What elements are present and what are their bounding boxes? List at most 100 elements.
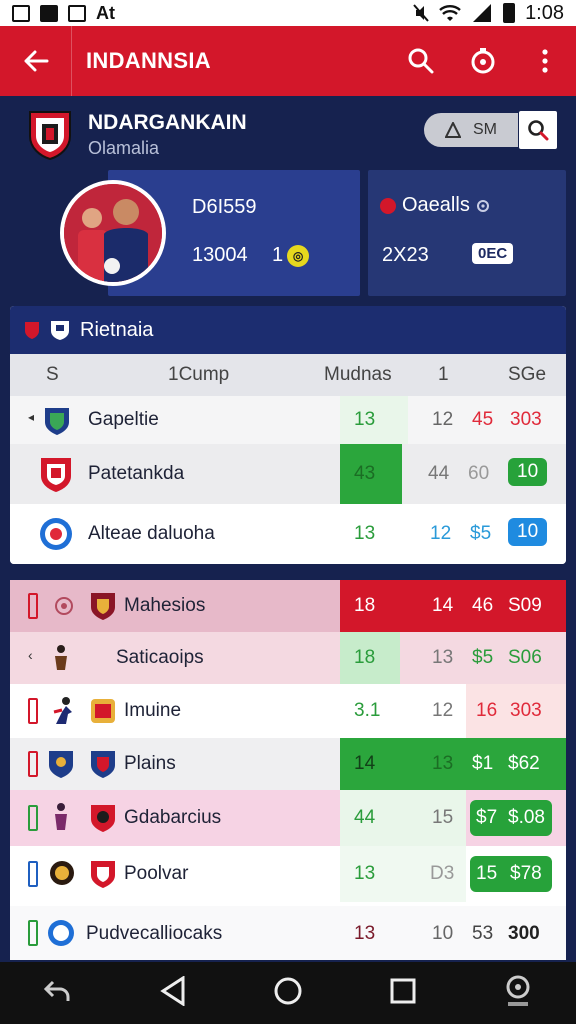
gear-icon: [476, 199, 489, 212]
club-name: Saticaoips: [116, 647, 204, 668]
arrow-left-icon: [24, 50, 48, 72]
table-row[interactable]: Poolvar 13 D3 15 $78: [10, 846, 566, 902]
club-crest-icon: [91, 805, 115, 832]
club-stat-2: D3: [430, 863, 455, 884]
club-stat-2: 12: [432, 409, 454, 430]
club-stat-2: 10: [432, 923, 454, 944]
match-card-title-row: Oaealls: [380, 194, 490, 217]
coin-icon: ◎: [287, 244, 310, 267]
club-crest-icon: [91, 699, 115, 723]
club-points: 13: [354, 923, 376, 944]
system-nav-bar: [0, 962, 576, 1024]
triangle-icon: [445, 122, 461, 138]
club-stat-4: 10: [508, 458, 548, 486]
app-notification-icon: [40, 4, 58, 22]
match-card-tag: 0EC: [472, 243, 514, 264]
club-name: Pudvecalliocaks: [86, 923, 223, 944]
col-header-1: 1: [438, 364, 449, 385]
team-subtitle: Olamalia: [88, 138, 160, 158]
match-card-title: Oaealls: [402, 194, 470, 216]
player-avatar[interactable]: [60, 180, 166, 286]
nav-back-button[interactable]: [43, 976, 73, 1011]
table-row[interactable]: ‹ Saticaoips 18 13 $5 S06: [10, 632, 566, 684]
app-title: INDANNSIA: [86, 48, 211, 73]
filter-pill[interactable]: SM: [424, 113, 518, 147]
club-stat-3: 15: [476, 863, 498, 884]
battery-icon: [503, 3, 516, 23]
rank-marker-icon: [28, 593, 38, 619]
more-button[interactable]: [514, 26, 576, 96]
nav-home-button[interactable]: [273, 976, 303, 1011]
club-name: Plains: [124, 753, 176, 774]
team-name: NDARGANKAIN: [88, 111, 247, 134]
player-photo-icon: [64, 184, 162, 282]
club-stat-3: 46: [472, 595, 494, 616]
nav-recents-button[interactable]: [390, 978, 416, 1009]
club-stat-4: S06: [508, 647, 542, 668]
table-row[interactable]: Alteae daluoha 13 12 $5 10: [10, 504, 566, 564]
player-stat-3-value: 1: [272, 244, 284, 266]
caret-left-icon: ◂: [28, 410, 35, 424]
club-name: Patetankda: [88, 463, 185, 484]
table-row[interactable]: Imuine 3.1 12 16 303: [10, 684, 566, 738]
gallery-notification-icon: [68, 4, 86, 22]
club-name: Gdabarcius: [124, 807, 222, 828]
timer-icon: [471, 48, 495, 74]
match-card[interactable]: Oaealls 2X23 0EC: [368, 170, 566, 296]
col-header-pos: S: [46, 364, 59, 385]
club-points: 43: [354, 463, 376, 484]
team-crest-icon: [29, 111, 71, 160]
nav-assistant-button[interactable]: [503, 974, 533, 1013]
club-crest-icon: [49, 751, 73, 778]
team-search-button[interactable]: [519, 111, 557, 149]
table-row[interactable]: Mahesios 18 14 46 S09: [10, 580, 566, 632]
club-points: 18: [354, 647, 376, 668]
club-name: Gapeltie: [88, 409, 159, 430]
club-crest-icon: [91, 751, 115, 778]
club-stat-2: 13: [432, 753, 454, 774]
table-row[interactable]: Gdabarcius 44 15 $7 $.08: [10, 790, 566, 846]
back-button[interactable]: [0, 26, 72, 96]
club-crest-icon: [40, 518, 72, 550]
player-stat-2: 13004: [192, 244, 248, 266]
club-crest-icon: [45, 408, 69, 435]
club-points: 13: [354, 863, 376, 884]
club-points: 18: [354, 595, 376, 616]
club-stat-2: 12: [430, 523, 452, 544]
club-crest-icon: [48, 920, 74, 946]
club-stat-3: $5: [472, 647, 494, 668]
rank-marker-icon: [28, 805, 38, 831]
club-stat-4: 303: [510, 700, 542, 721]
nav-back-triangle[interactable]: [160, 974, 186, 1011]
red-dot-icon: [380, 197, 396, 214]
col-header-matches: Mudnas: [324, 364, 392, 385]
timer-button[interactable]: [452, 26, 514, 96]
undo-icon: [44, 980, 70, 1001]
club-stat-3: $1: [472, 753, 494, 774]
match-card-value: 2X23: [382, 244, 429, 266]
club-points: 13: [354, 409, 376, 430]
club-stat-3: 53: [472, 923, 494, 944]
table-row[interactable]: Patetankda 43 44 60 10: [10, 444, 566, 504]
player-stat-3: 1 ◎: [272, 244, 310, 267]
club-stat-4: $78: [510, 863, 542, 884]
standings-card-1-header: Rietnaia: [10, 306, 566, 354]
rank-marker-icon: [28, 861, 38, 887]
caret-left-icon: ‹: [28, 647, 33, 663]
club-stat-3: 45: [472, 409, 494, 430]
search-button[interactable]: [390, 26, 452, 96]
club-stat-4: $62: [508, 753, 540, 774]
clock: 1:08: [525, 1, 564, 24]
table-row[interactable]: ◂ Gapeltie 13 12 45 303: [10, 396, 566, 444]
shield-white-icon: [51, 321, 69, 340]
image-notification-icon: [12, 4, 30, 22]
club-stat-4: 300: [508, 923, 540, 944]
player-figure-icon: [53, 697, 72, 724]
col-header-club: 1Cump: [168, 364, 230, 385]
standings-card-1: Rietnaia S 1Cump Mudnas 1 SGe ◂ Gapeltie…: [10, 306, 566, 564]
table-row[interactable]: Pudvecalliocaks 13 10 53 300: [10, 906, 566, 960]
club-name: Mahesios: [124, 595, 206, 616]
table-row[interactable]: Plains 14 13 $1 $62: [10, 738, 566, 790]
status-left: At: [12, 3, 115, 24]
club-crest-icon: [41, 458, 71, 492]
